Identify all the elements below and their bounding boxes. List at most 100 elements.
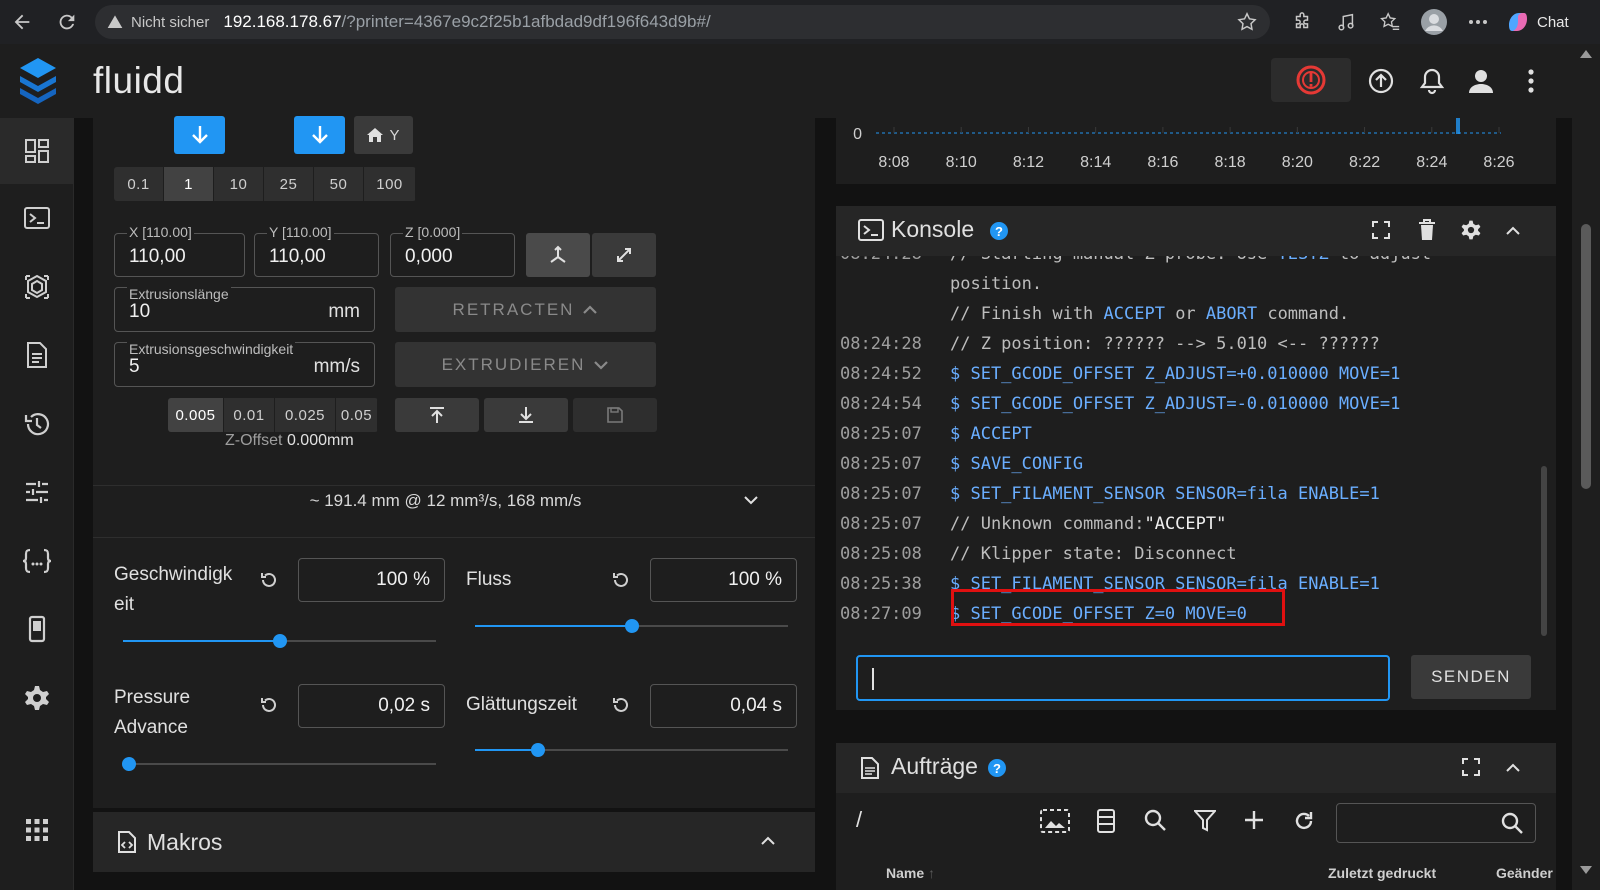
sidebar-item-history[interactable] bbox=[0, 391, 74, 457]
log-command[interactable]: $ SET_GCODE_OFFSET Z_ADJUST=+0.010000 MO… bbox=[950, 359, 1400, 389]
bookmark-star-icon[interactable] bbox=[1236, 11, 1258, 33]
jog-y-minus-button[interactable] bbox=[294, 116, 345, 154]
console-scrollbar[interactable] bbox=[1541, 466, 1547, 636]
flow-slider[interactable] bbox=[475, 619, 788, 633]
firmware-restart-icon[interactable] bbox=[1364, 64, 1398, 98]
chevron-up-icon[interactable] bbox=[1506, 763, 1520, 772]
extrude-button[interactable]: EXTRUDIEREN bbox=[395, 342, 656, 387]
chevron-up-icon[interactable] bbox=[761, 836, 775, 845]
sidebar-item-devices[interactable] bbox=[0, 596, 74, 662]
move-step-option[interactable]: 25 bbox=[264, 167, 314, 201]
pressure-advance-input[interactable]: 0,02 s bbox=[298, 684, 445, 728]
reload-icon[interactable] bbox=[52, 7, 82, 37]
move-step-option[interactable]: 1 bbox=[164, 167, 214, 201]
smooth-time-input[interactable]: 0,04 s bbox=[650, 684, 797, 728]
user-account-icon[interactable] bbox=[1464, 64, 1498, 98]
help-icon[interactable]: ? bbox=[988, 759, 1006, 777]
sidebar-item-macros[interactable] bbox=[0, 528, 74, 594]
smooth-reset-icon[interactable] bbox=[611, 695, 631, 715]
z-position-field[interactable]: Z [0.000] 0,000 bbox=[390, 224, 515, 277]
sidebar-item-dashboard[interactable] bbox=[0, 118, 74, 184]
z-step-option[interactable]: 0.025 bbox=[275, 398, 336, 432]
back-icon[interactable] bbox=[7, 7, 37, 37]
sidebar-item-printer[interactable] bbox=[0, 254, 74, 320]
jobs-path[interactable]: / bbox=[856, 807, 862, 833]
slider-thumb[interactable] bbox=[624, 619, 639, 633]
log-command[interactable]: $ ACCEPT bbox=[950, 419, 1032, 449]
log-command[interactable]: $ SAVE_CONFIG bbox=[950, 449, 1083, 479]
z-step-option[interactable]: 0.005 bbox=[168, 398, 224, 432]
search-icon[interactable] bbox=[1144, 809, 1166, 831]
z-offset-save-button[interactable] bbox=[573, 398, 657, 432]
column-header-modified[interactable]: Geänder bbox=[1496, 865, 1553, 881]
favorites-icon[interactable] bbox=[1368, 7, 1412, 37]
y-position-field[interactable]: Y [110.00] 110,00 bbox=[254, 224, 379, 277]
image-select-icon[interactable] bbox=[1040, 809, 1070, 833]
extensions-icon[interactable] bbox=[1280, 7, 1324, 37]
slider-thumb[interactable] bbox=[272, 634, 287, 648]
retract-button[interactable]: RETRACTEN bbox=[395, 287, 656, 332]
help-icon[interactable]: ? bbox=[990, 222, 1008, 240]
refresh-icon[interactable] bbox=[1293, 810, 1315, 832]
column-header-name[interactable]: Name ↑ bbox=[886, 865, 935, 881]
slider-thumb[interactable] bbox=[122, 757, 137, 771]
z-step-option[interactable]: 0.01 bbox=[224, 398, 275, 432]
macros-card-header[interactable]: Makros bbox=[93, 812, 815, 872]
move-step-option[interactable]: 0.1 bbox=[114, 167, 164, 201]
speed-slider[interactable] bbox=[123, 634, 436, 648]
columns-icon[interactable] bbox=[1097, 809, 1115, 833]
media-icon[interactable] bbox=[1324, 7, 1368, 37]
profile-avatar[interactable] bbox=[1412, 7, 1456, 37]
sidebar-item-apps[interactable] bbox=[0, 797, 74, 863]
fluidd-logo-icon[interactable] bbox=[16, 56, 60, 104]
page-scrollbar[interactable] bbox=[1572, 44, 1600, 890]
filter-icon[interactable] bbox=[1194, 810, 1216, 832]
extrusion-length-field[interactable]: Extrusionslänge 10 mm bbox=[114, 286, 375, 332]
z-offset-down-button[interactable] bbox=[484, 398, 568, 432]
send-button[interactable]: SENDEN bbox=[1411, 655, 1531, 699]
jog-x-minus-button[interactable] bbox=[174, 116, 225, 154]
address-bar[interactable]: Nicht sicher 192.168.178.67/?printer=436… bbox=[95, 5, 1270, 39]
trash-icon[interactable] bbox=[1418, 219, 1436, 241]
fullscreen-icon[interactable] bbox=[1372, 221, 1390, 239]
move-step-option[interactable]: 10 bbox=[214, 167, 264, 201]
speed-reset-icon[interactable] bbox=[259, 570, 279, 590]
sidebar-item-tune[interactable] bbox=[0, 459, 74, 525]
home-y-button[interactable]: Y bbox=[354, 116, 413, 154]
extrusion-summary-row[interactable]: ~ 191.4 mm @ 12 mm³/s, 168 mm/s bbox=[93, 476, 798, 526]
flow-reset-icon[interactable] bbox=[611, 570, 631, 590]
settings-gear-icon[interactable] bbox=[1460, 219, 1482, 241]
column-header-last-printed[interactable]: Zuletzt gedruckt bbox=[1328, 865, 1436, 881]
expand-move-button[interactable] bbox=[592, 233, 656, 277]
extrusion-speed-field[interactable]: Extrusionsgeschwindigkeit 5 mm/s bbox=[114, 341, 375, 387]
fullscreen-icon[interactable] bbox=[1462, 758, 1480, 776]
relative-mode-button[interactable] bbox=[526, 233, 590, 277]
move-step-option[interactable]: 50 bbox=[314, 167, 364, 201]
add-icon[interactable] bbox=[1244, 810, 1264, 830]
speed-factor-input[interactable]: 100 % bbox=[298, 558, 445, 602]
scroll-down-icon[interactable] bbox=[1580, 866, 1592, 874]
z-step-option[interactable]: 0.05 bbox=[336, 398, 378, 432]
sidebar-item-console[interactable] bbox=[0, 185, 74, 251]
log-command[interactable]: $ SET_GCODE_OFFSET Z_ADJUST=-0.010000 MO… bbox=[950, 389, 1400, 419]
sidebar-item-settings[interactable] bbox=[0, 665, 74, 731]
copilot-chat-button[interactable]: Chat bbox=[1505, 6, 1569, 38]
slider-thumb[interactable] bbox=[530, 743, 545, 757]
chevron-up-icon[interactable] bbox=[1506, 226, 1520, 235]
pa-reset-icon[interactable] bbox=[259, 695, 279, 715]
jobs-search-input[interactable] bbox=[1336, 803, 1536, 843]
move-step-option[interactable]: 100 bbox=[364, 167, 416, 201]
notifications-bell-icon[interactable] bbox=[1415, 64, 1449, 98]
flow-input[interactable]: 100 % bbox=[650, 558, 797, 602]
app-menu-dots-icon[interactable] bbox=[1514, 64, 1548, 98]
z-offset-up-button[interactable] bbox=[395, 398, 479, 432]
x-position-field[interactable]: X [110.00] 110,00 bbox=[114, 224, 245, 277]
pressure-advance-slider[interactable] bbox=[122, 757, 436, 771]
scrollbar-thumb[interactable] bbox=[1581, 224, 1591, 489]
smooth-time-slider[interactable] bbox=[475, 743, 788, 757]
log-command[interactable]: $ SET_FILAMENT_SENSOR SENSOR=fila ENABLE… bbox=[950, 479, 1380, 509]
emergency-stop-button[interactable] bbox=[1271, 58, 1351, 102]
sidebar-item-files[interactable] bbox=[0, 322, 74, 388]
console-command-input[interactable] bbox=[856, 655, 1390, 701]
more-icon[interactable] bbox=[1456, 7, 1500, 37]
